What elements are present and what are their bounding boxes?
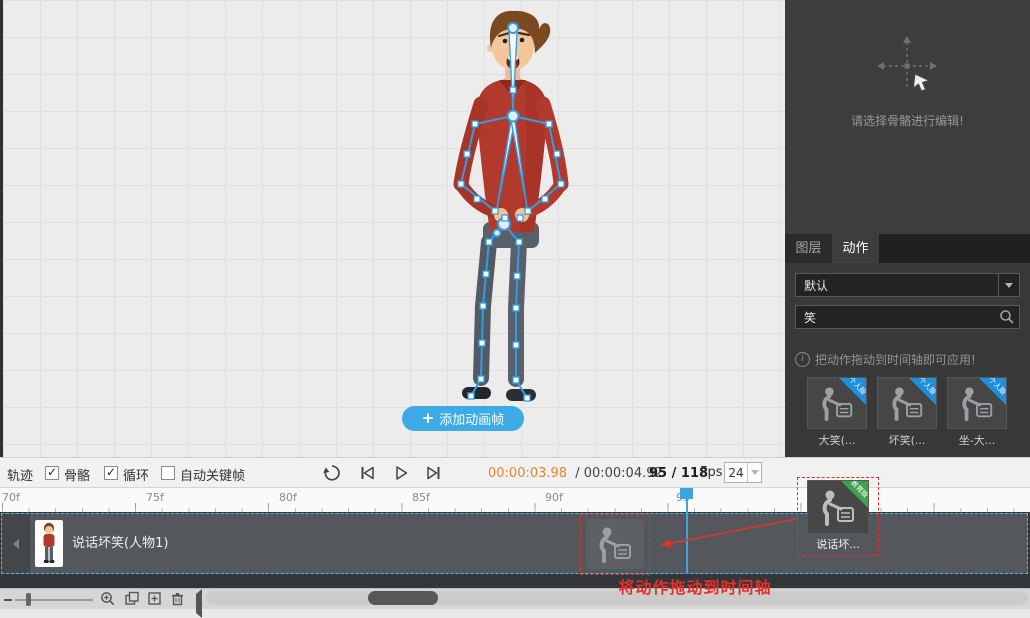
autokey-label: 自动关键帧 <box>180 465 245 484</box>
drop-action-tile <box>586 519 644 569</box>
fps-label: Fps <box>700 465 723 480</box>
action-label: 坏笑(... <box>877 432 937 448</box>
track-collapse-button[interactable] <box>2 514 30 573</box>
drop-target-highlight <box>580 514 650 575</box>
next-frame-button[interactable] <box>423 463 445 483</box>
right-panel: 请选择骨骼进行编辑! 图层 动作 默认 把动作拖动到时间轴即可应用! <box>785 0 1030 457</box>
action-figure-icon <box>595 524 635 564</box>
action-item[interactable]: 个人版 大笑(... <box>807 377 867 448</box>
frame-current: 95 <box>649 466 667 481</box>
actions-panel: 默认 把动作拖动到时间轴即可应用! <box>785 263 1030 457</box>
loop-checkbox[interactable] <box>104 466 118 480</box>
drag-tip-text: 把动作拖动到时间轴即可应用! <box>815 351 976 368</box>
ruler-mark: 75f <box>146 491 164 504</box>
paste-frame-icon[interactable] <box>147 591 163 607</box>
stage-canvas[interactable]: + 添加动画帧 <box>0 0 785 457</box>
dragged-action-item[interactable]: 教育版 说话坏... <box>797 477 879 556</box>
mini-character-icon <box>35 520 63 567</box>
panel-tabbar: 图层 动作 <box>785 234 1030 263</box>
chevron-left-icon <box>13 539 19 549</box>
loop-label: 循环 <box>123 465 149 484</box>
action-grid: 个人版 大笑(... 个人版 <box>795 377 1020 448</box>
tab-layers[interactable]: 图层 <box>785 234 832 263</box>
copy-frame-icon[interactable] <box>124 591 140 607</box>
action-search <box>795 305 1020 329</box>
scroll-left-arrow[interactable] <box>196 594 202 613</box>
prev-frame-button[interactable] <box>356 463 378 483</box>
fps-select[interactable]: 24 <box>724 462 762 483</box>
drag-hint-text: 将动作拖动到时间轴 <box>552 574 838 598</box>
chevron-down-icon <box>998 274 1019 296</box>
bones-checkbox[interactable] <box>45 466 59 480</box>
zoom-slider-handle[interactable] <box>26 593 31 606</box>
ruler-mark: 85f <box>412 491 430 504</box>
action-thumbnail: 教育版 <box>807 480 869 534</box>
chevron-down-icon <box>747 463 761 482</box>
action-figure-icon <box>818 384 856 422</box>
track-label: 轨迹 <box>7 465 33 484</box>
search-input[interactable] <box>795 305 1020 329</box>
drag-tip-row: 把动作拖动到时间轴即可应用! <box>795 351 1020 368</box>
horizontal-scrollbar-thumb[interactable] <box>368 591 438 605</box>
playhead-line <box>686 498 688 574</box>
timeline-bottom-bar <box>0 588 1030 609</box>
timeline-zoom-slider[interactable] <box>15 599 93 601</box>
add-animation-frame-button[interactable]: + 添加动画帧 <box>402 406 524 431</box>
time-display: 00:00:03.98 / 00:00:04.92 <box>488 466 663 481</box>
action-figure-icon <box>818 487 858 527</box>
search-icon[interactable] <box>999 309 1015 325</box>
step-back-icon <box>357 463 377 483</box>
fps-value: 24 <box>725 466 747 480</box>
chevron-left-icon <box>196 589 202 618</box>
ruler-mark: 90f <box>545 491 563 504</box>
time-current: 00:00:03.98 <box>488 466 567 481</box>
action-label: 说话坏... <box>798 536 878 552</box>
action-label: 坐-大... <box>947 432 1007 448</box>
autokey-checkbox[interactable] <box>161 466 175 480</box>
tab-actions[interactable]: 动作 <box>832 234 879 263</box>
info-icon <box>795 352 810 367</box>
delete-icon[interactable] <box>170 591 186 607</box>
play-icon <box>391 463 411 483</box>
frame-separator: / <box>672 466 677 481</box>
character-rig[interactable] <box>431 6 591 410</box>
playhead-handle[interactable] <box>680 488 693 499</box>
preset-value: 默认 <box>796 277 998 294</box>
step-forward-icon <box>424 463 444 483</box>
track-item-label: 说话坏笑(人物1) <box>72 514 168 573</box>
action-item[interactable]: 个人版 坐-大... <box>947 377 1007 448</box>
action-thumbnail: 个人版 <box>807 377 867 429</box>
preset-dropdown[interactable]: 默认 <box>795 273 1020 297</box>
action-figure-icon <box>958 384 996 422</box>
replay-button[interactable] <box>321 463 343 483</box>
bones-label: 骨骼 <box>64 465 90 484</box>
action-thumbnail: 个人版 <box>947 377 1007 429</box>
add-frame-label: 添加动画帧 <box>439 409 504 428</box>
action-thumbnail: 个人版 <box>877 377 937 429</box>
action-item[interactable]: 个人版 坏笑(... <box>877 377 937 448</box>
move-tool-icon <box>875 34 939 98</box>
action-label: 大笑(... <box>807 432 867 448</box>
select-bone-hint: 请选择骨骼进行编辑! <box>785 112 1030 129</box>
track-item-thumbnail <box>35 520 63 567</box>
action-figure-icon <box>888 384 926 422</box>
play-button[interactable] <box>390 463 412 483</box>
ruler-mark: 70f <box>2 491 20 504</box>
bone-edit-placeholder: 请选择骨骼进行编辑! <box>785 0 1030 234</box>
zoom-in-icon[interactable] <box>100 591 116 607</box>
plus-icon: + <box>422 411 435 426</box>
replay-icon <box>322 463 342 483</box>
ruler-mark: 80f <box>279 491 297 504</box>
zoom-out-icon[interactable] <box>4 599 12 601</box>
